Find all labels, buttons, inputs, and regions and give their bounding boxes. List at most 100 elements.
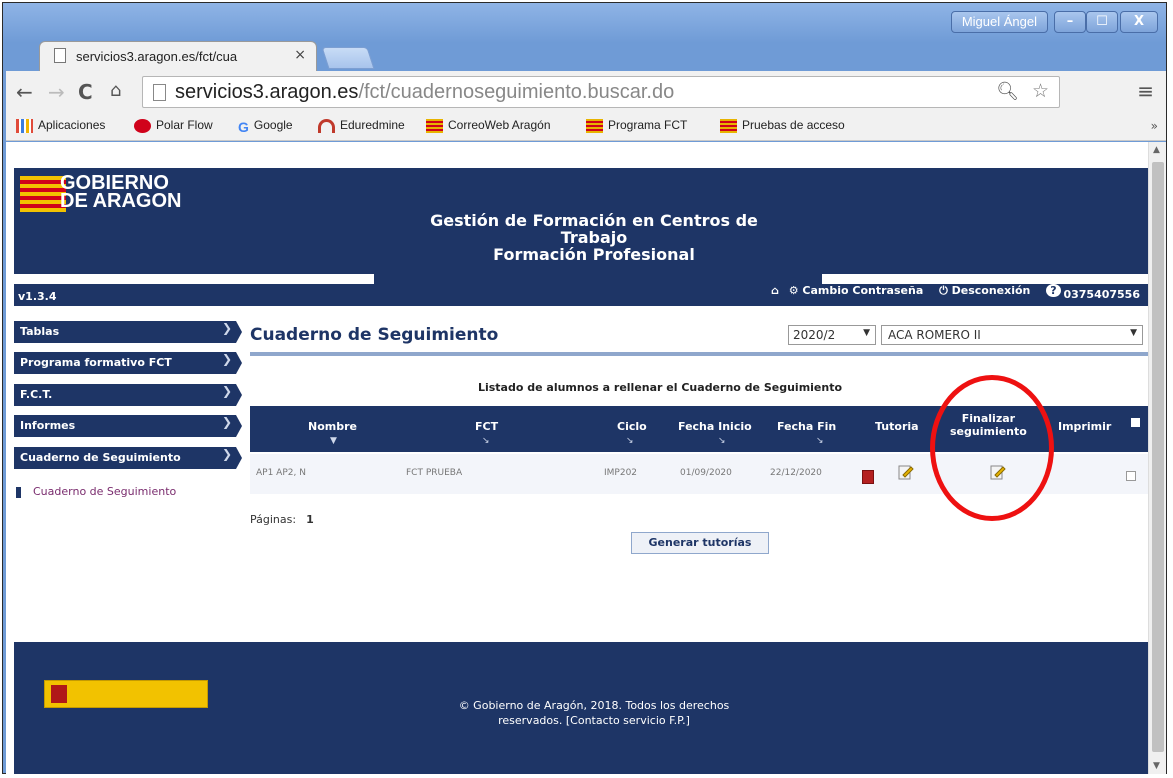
generate-tutorias-button[interactable]: Generar tutorías bbox=[631, 532, 769, 554]
sidebar-item-label: Cuaderno de Seguimiento bbox=[20, 451, 181, 464]
dropdown-arrow-icon: ▼ bbox=[1130, 328, 1137, 338]
period-value: 2020/2 bbox=[793, 328, 836, 342]
column-header-imprimir: Imprimir bbox=[1058, 420, 1112, 433]
sidebar-item-label: F.C.T. bbox=[20, 388, 53, 401]
bookmarks-bar: Aplicaciones Polar Flow G Google Eduredmi… bbox=[6, 113, 1166, 141]
column-header-fct[interactable]: FCT bbox=[475, 420, 498, 433]
sort-icon[interactable]: ↘ bbox=[626, 436, 634, 446]
cell-nombre: AP1 AP2, N bbox=[256, 468, 306, 478]
scroll-thumb[interactable] bbox=[1152, 162, 1164, 752]
page-number[interactable]: 1 bbox=[306, 513, 314, 526]
bookmark-eduredmine[interactable]: Eduredmine bbox=[318, 118, 405, 133]
bookmark-google[interactable]: G Google bbox=[238, 118, 293, 135]
title-line: Formación Profesional bbox=[493, 245, 695, 264]
scroll-up-icon[interactable]: ▲ bbox=[1153, 145, 1160, 155]
footer-line: © Gobierno de Aragón, 2018. Todos los de… bbox=[458, 699, 730, 712]
spain-shield-icon bbox=[51, 685, 67, 703]
help-icon[interactable]: ? bbox=[1046, 284, 1061, 297]
reload-button[interactable]: C bbox=[78, 80, 93, 104]
menu-icon[interactable]: ≡ bbox=[1137, 79, 1154, 103]
close-window-button[interactable]: X bbox=[1120, 11, 1158, 33]
chevron-right-icon: ❯ bbox=[221, 352, 232, 366]
footer-line[interactable]: reservados. [Contacto servicio F.P.] bbox=[394, 713, 794, 728]
site-footer: © Gobierno de Aragón, 2018. Todos los de… bbox=[14, 642, 1148, 774]
address-bar[interactable]: servicios3.aragon.es/fct/cuadernoseguimi… bbox=[142, 76, 1060, 108]
sidebar-item-informes[interactable]: Informes ❯ bbox=[14, 415, 242, 437]
sidebar-item-cuaderno[interactable]: Cuaderno de Seguimiento ❯ bbox=[14, 447, 242, 469]
sort-icon[interactable]: ↘ bbox=[482, 436, 490, 446]
column-header-ciclo[interactable]: Ciclo bbox=[617, 420, 647, 433]
edit-tutoria-icon[interactable] bbox=[898, 464, 914, 480]
vertical-scrollbar[interactable]: ▲ ▼ bbox=[1148, 142, 1166, 774]
chevron-right-icon: ❯ bbox=[221, 447, 232, 461]
period-select[interactable]: 2020/2 ▼ bbox=[788, 325, 876, 345]
profile-button[interactable]: Miguel Ángel bbox=[950, 11, 1048, 33]
column-header-fecha-fin[interactable]: Fecha Fin bbox=[777, 420, 836, 433]
column-header-nombre[interactable]: Nombre bbox=[308, 420, 357, 433]
eduredmine-icon bbox=[318, 118, 335, 133]
sort-icon[interactable]: ↘ bbox=[816, 436, 824, 446]
pdf-print-icon[interactable] bbox=[862, 470, 874, 484]
sidebar-subitem-label: Cuaderno de Seguimiento bbox=[33, 485, 177, 498]
more-bookmarks-icon[interactable]: » bbox=[1151, 119, 1158, 133]
chevron-right-icon: ❯ bbox=[221, 415, 232, 429]
forward-button[interactable]: → bbox=[48, 80, 65, 104]
page-title: Cuaderno de Seguimiento bbox=[250, 325, 499, 345]
home-icon[interactable]: ⌂ bbox=[771, 284, 779, 297]
bookmark-correoweb[interactable]: CorreoWeb Aragón bbox=[426, 118, 551, 133]
bookmark-label: Aplicaciones bbox=[38, 118, 106, 132]
sidebar-subitem-cuaderno[interactable]: Cuaderno de Seguimiento bbox=[16, 485, 176, 498]
bookmark-programa-fct[interactable]: Programa FCT bbox=[586, 118, 687, 133]
cell-ciclo: IMP202 bbox=[604, 468, 638, 478]
sort-icon[interactable]: ↘ bbox=[718, 436, 726, 446]
bookmark-label: Eduredmine bbox=[340, 118, 405, 132]
government-logo-text: GOBIERNO DE ARAGON bbox=[60, 173, 182, 212]
title-line: Trabajo bbox=[560, 228, 628, 247]
pages-label: Páginas: bbox=[250, 513, 297, 526]
version-label: v1.3.4 bbox=[18, 290, 57, 303]
sidebar-item-label: Programa formativo FCT bbox=[20, 356, 172, 369]
bookmark-polar-flow[interactable]: Polar Flow bbox=[134, 118, 213, 133]
zoom-icon[interactable]: 🔍︎ bbox=[996, 81, 1019, 102]
red-annotation-circle bbox=[930, 375, 1054, 521]
change-password-link[interactable]: ⚙ Cambio Contraseña bbox=[789, 284, 930, 297]
select-all-checkbox[interactable] bbox=[1131, 418, 1140, 427]
apps-grid-icon bbox=[16, 118, 33, 133]
bookmark-label: Google bbox=[253, 118, 293, 132]
bookmark-label: Pruebas de acceso bbox=[742, 118, 845, 132]
back-button[interactable]: ← bbox=[16, 80, 33, 104]
title-divider bbox=[250, 352, 1148, 356]
active-marker bbox=[16, 486, 21, 498]
maximize-button[interactable]: ☐ bbox=[1086, 11, 1118, 33]
column-header-fecha-inicio[interactable]: Fecha Inicio bbox=[678, 420, 752, 433]
list-caption: Listado de alumnos a rellenar el Cuadern… bbox=[477, 381, 843, 394]
logo-line: DE ARAGON bbox=[60, 190, 182, 212]
bookmark-label: CorreoWeb Aragón bbox=[448, 118, 551, 132]
bookmark-star-icon[interactable]: ☆ bbox=[1032, 80, 1049, 102]
home-button[interactable]: ⌂ bbox=[110, 80, 121, 101]
title-line: Gestión de Formación en Centros de bbox=[430, 211, 758, 230]
new-tab-button[interactable] bbox=[321, 47, 375, 69]
chevron-right-icon: ❯ bbox=[221, 384, 232, 398]
sidebar-item-fct[interactable]: F.C.T. ❯ bbox=[14, 384, 242, 406]
bookmark-label: Programa FCT bbox=[608, 118, 688, 132]
user-code: 0375407556 bbox=[1063, 288, 1140, 301]
scroll-down-icon[interactable]: ▼ bbox=[1153, 761, 1160, 771]
bookmark-aplicaciones[interactable]: Aplicaciones bbox=[16, 118, 105, 133]
bookmark-label: Polar Flow bbox=[156, 118, 213, 132]
bookmark-pruebas-acceso[interactable]: Pruebas de acceso bbox=[720, 118, 845, 133]
chevron-right-icon: ❯ bbox=[221, 321, 232, 335]
browser-tab[interactable]: servicios3.aragon.es/fct/cua × bbox=[39, 41, 317, 71]
minimize-button[interactable]: – bbox=[1054, 11, 1086, 33]
close-tab-icon[interactable]: × bbox=[294, 47, 306, 63]
sort-icon[interactable]: ▼ bbox=[330, 436, 337, 446]
center-select[interactable]: ACA ROMERO II ▼ bbox=[881, 325, 1143, 345]
logout-link[interactable]: ⏻ Desconexión bbox=[939, 284, 1036, 297]
sidebar-item-programa-formativo[interactable]: Programa formativo FCT ❯ bbox=[14, 352, 242, 374]
row-checkbox[interactable] bbox=[1126, 471, 1136, 481]
sidebar-item-label: Tablas bbox=[20, 325, 60, 338]
polar-flow-icon bbox=[134, 118, 151, 133]
sidebar-item-tablas[interactable]: Tablas ❯ bbox=[14, 321, 242, 343]
header-divider bbox=[822, 274, 1148, 284]
url-text[interactable]: servicios3.aragon.es/fct/cuadernoseguimi… bbox=[175, 81, 674, 104]
